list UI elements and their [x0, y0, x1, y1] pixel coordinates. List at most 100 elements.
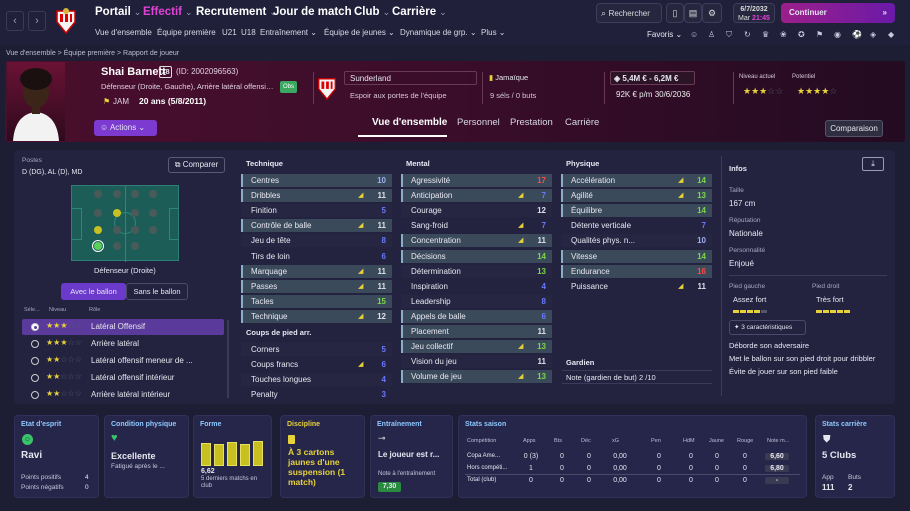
attribute-value: 17 [537, 176, 546, 185]
forward-button[interactable]: › [28, 11, 46, 31]
toggle-without-ball[interactable]: Sans le ballon [126, 283, 188, 300]
attribute-row: Marquage ◢ 11 [241, 264, 392, 278]
nav-jour-de-match[interactable]: Jour de match ⌄ [273, 6, 362, 18]
left-foot-label: Pied gauche [729, 283, 766, 290]
tab-personnel[interactable]: Personnel [457, 117, 500, 128]
obs-badge[interactable]: Obs [280, 81, 297, 93]
tab-vue-ensemble[interactable]: Vue d'ensemble [372, 117, 447, 128]
trend-arrow-icon: ◢ [678, 282, 684, 290]
attribute-name: Courage [411, 206, 442, 216]
position-dot [149, 226, 157, 234]
ball-icon[interactable]: ⚽ [852, 30, 862, 39]
role-row[interactable]: ★★☆☆☆ Arrière latéral intérieur [22, 387, 224, 403]
subnav-vue-ensemble[interactable]: Vue d'ensemble [95, 28, 152, 37]
compare-button[interactable]: ⧉ Comparer [168, 157, 225, 173]
gear-icon[interactable]: ⚙ [702, 3, 722, 23]
favoris-dropdown[interactable]: Favoris ⌄ [647, 30, 682, 39]
badge-icon[interactable]: ◆ [888, 30, 894, 39]
attribute-value: 13 [537, 342, 546, 352]
table-cell: 0 [689, 477, 693, 484]
role-row[interactable]: ★★☆☆☆ Latéral offensif intérieur [22, 370, 224, 386]
subnav-entrainement[interactable]: Entraînement ⌄ [260, 28, 317, 37]
current-level-stars: ★★★☆☆ [743, 86, 784, 96]
download-icon[interactable]: ⤓ [862, 157, 884, 171]
wreath-icon[interactable]: ❀ [780, 30, 787, 39]
subnav-plus[interactable]: Plus ⌄ [481, 28, 506, 37]
date-display[interactable]: 6/7/2032 Mar 21:45 [733, 3, 775, 23]
trait-item: Évite de jouer sur son pied faible [729, 367, 838, 376]
training-card[interactable]: Entraînement ⊸ Le joueur est r... Note à… [370, 415, 453, 498]
tab-carriere[interactable]: Carrière [565, 117, 599, 128]
subnav-dynamique[interactable]: Dynamique de grp. ⌄ [400, 28, 477, 37]
inbox-icon[interactable]: ▤ [684, 3, 702, 23]
table-header: xG [612, 438, 620, 444]
nav-effectif[interactable]: Effectif ⌄ [143, 6, 193, 18]
competition-name[interactable]: Copa Ame... [467, 453, 527, 459]
club-crest-icon [318, 78, 336, 100]
nav-carriere[interactable]: Carrière ⌄ [392, 6, 447, 18]
nav-club[interactable]: Club ⌄ [354, 6, 390, 18]
attribute-value: 8 [381, 236, 386, 246]
toggle-with-ball[interactable]: Avec le ballon [61, 283, 126, 300]
radio-button[interactable] [31, 357, 39, 365]
contract: 92K € p/m 30/6/2036 [616, 90, 691, 99]
career-stats-card[interactable]: Stats carrière ⛊ 5 Clubs App Buts 111 2 [815, 415, 895, 498]
table-cell: 6,80 [765, 465, 789, 472]
shirt-icon[interactable]: ♙ [708, 30, 715, 39]
person-icon[interactable]: ☺ [690, 30, 698, 39]
phone-icon[interactable]: ▯ [666, 3, 684, 23]
discipline-text: À 3 cartons jaunes d'une suspension (1 m… [288, 447, 346, 487]
tab-prestation[interactable]: Prestation [510, 117, 553, 128]
subnav-u21[interactable]: U21 [222, 28, 237, 37]
position-dot [113, 242, 121, 250]
trend-arrow-icon: ◢ [518, 222, 524, 230]
radio-button[interactable] [31, 391, 39, 399]
subnav-u18[interactable]: U18 [241, 28, 256, 37]
trophy-icon[interactable]: ♛ [762, 30, 769, 39]
attribute-value: 7 [541, 221, 546, 231]
person-icon: ☺ [100, 123, 109, 132]
attribute-name: Détermination [411, 266, 461, 276]
compare-icon: ⧉ [174, 160, 181, 169]
season-stats-card[interactable]: Stats saison Compétition Apps Bts Déc xG Pen H… [458, 415, 807, 498]
club-name[interactable]: Sunderland [344, 71, 477, 85]
competition-name[interactable]: Total (club) [467, 477, 527, 483]
nationality-code: JAM [113, 97, 129, 106]
role-row[interactable]: ★★☆☆☆ Latéral offensif meneur de ... [22, 353, 224, 369]
trend-arrow-icon: ◢ [358, 192, 364, 200]
actions-button[interactable]: ☺ Actions ⌄ [94, 120, 157, 136]
radio-button[interactable] [31, 374, 39, 382]
back-button[interactable]: ‹ [6, 11, 24, 31]
comparison-button[interactable]: Comparaison [825, 120, 883, 137]
continue-button[interactable]: Continuer» [781, 3, 895, 23]
nav-portail[interactable]: Portail ⌄ [95, 6, 141, 18]
form-bar [214, 444, 224, 466]
trend-arrow-icon: ◢ [678, 192, 684, 200]
discipline-card[interactable]: Discipline À 3 cartons jaunes d'une susp… [280, 415, 365, 498]
morale-card[interactable]: Etat d'esprit ☺ Ravi Points positifs 4 P… [14, 415, 99, 498]
subnav-equipe-premiere[interactable]: Équipe première [157, 28, 216, 37]
negative-points-label: Points négatifs [21, 484, 64, 491]
subnav-equipe-jeunes[interactable]: Équipe de jeunes ⌄ [324, 28, 395, 37]
personality-label: Personnalité [729, 247, 766, 254]
star-icon[interactable]: ✪ [798, 30, 805, 39]
league-icon[interactable]: ◈ [870, 30, 876, 39]
search-button[interactable]: ⌕ Rechercher [596, 3, 662, 23]
flag-icon[interactable]: ⚑ [816, 30, 823, 39]
competition-name[interactable]: Hors compéti... [467, 465, 527, 471]
form-card[interactable]: Forme 6,62 5 derniers matchs en club [193, 415, 272, 498]
role-row[interactable]: ★★★☆☆ Arrière latéral [22, 336, 224, 352]
condition-card[interactable]: Condition physique ♥ Excellente Fatigué … [104, 415, 189, 498]
radio-button[interactable] [31, 323, 39, 331]
transfer-value[interactable]: ◈ 5,4M € - 6,2M € [610, 71, 695, 85]
globe-icon[interactable]: ◉ [834, 30, 841, 39]
cycle-icon[interactable]: ↻ [744, 30, 751, 39]
traits-button[interactable]: ✦ 3 caractéristiques [729, 320, 806, 335]
breadcrumb[interactable]: Vue d'ensemble > Équipe première > Rappo… [6, 50, 179, 57]
career-clubs: 5 Clubs [822, 450, 857, 461]
radio-button[interactable] [31, 340, 39, 348]
nav-recrutement[interactable]: Recrutement ⌄ [196, 6, 277, 18]
role-row[interactable]: ★★★☆☆ Latéral Offensif [22, 319, 224, 335]
country[interactable]: ▮ Jamaïque [489, 73, 528, 82]
shield-icon[interactable]: ⛉ [726, 30, 732, 40]
